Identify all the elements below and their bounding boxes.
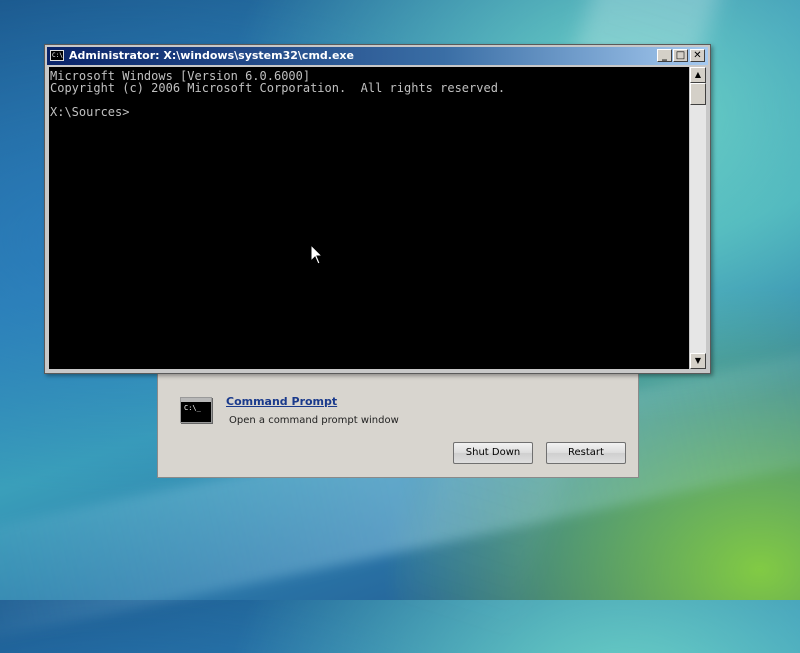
cmd-title-bar[interactable]: C:\ Administrator: X:\windows\system32\c… — [47, 47, 708, 65]
cmd-window-icon[interactable]: C:\ — [50, 50, 64, 61]
scroll-down-arrow-icon[interactable]: ▼ — [690, 353, 706, 369]
restart-button[interactable]: Restart — [546, 442, 626, 464]
scrollbar-thumb[interactable] — [690, 83, 706, 105]
system-recovery-panel: C:\_ Command Prompt Open a command promp… — [157, 360, 639, 478]
close-button[interactable]: ✕ — [690, 49, 705, 62]
scroll-up-arrow-icon[interactable]: ▲ — [690, 67, 706, 83]
command-prompt-description: Open a command prompt window — [229, 415, 399, 426]
command-prompt-link[interactable]: Command Prompt — [226, 395, 337, 408]
minimize-button[interactable]: _ — [657, 49, 672, 62]
console-line-copyright: Copyright (c) 2006 Microsoft Corporation… — [50, 81, 506, 95]
console-prompt: X:\Sources> — [50, 105, 130, 119]
console-output[interactable]: Microsoft Windows [Version 6.0.6000] Cop… — [49, 67, 689, 369]
mouse-pointer-icon — [310, 244, 324, 265]
cmd-window-title: Administrator: X:\windows\system32\cmd.e… — [69, 49, 354, 62]
cmd-window[interactable]: C:\ Administrator: X:\windows\system32\c… — [44, 44, 711, 374]
vertical-scrollbar[interactable]: ▲ ▼ — [690, 67, 706, 369]
icon-text: C:\_ — [184, 404, 201, 412]
icon-titlebar — [181, 398, 211, 402]
command-prompt-icon[interactable]: C:\_ — [180, 397, 212, 423]
maximize-button[interactable]: □ — [673, 49, 688, 62]
shut-down-button[interactable]: Shut Down — [453, 442, 533, 464]
